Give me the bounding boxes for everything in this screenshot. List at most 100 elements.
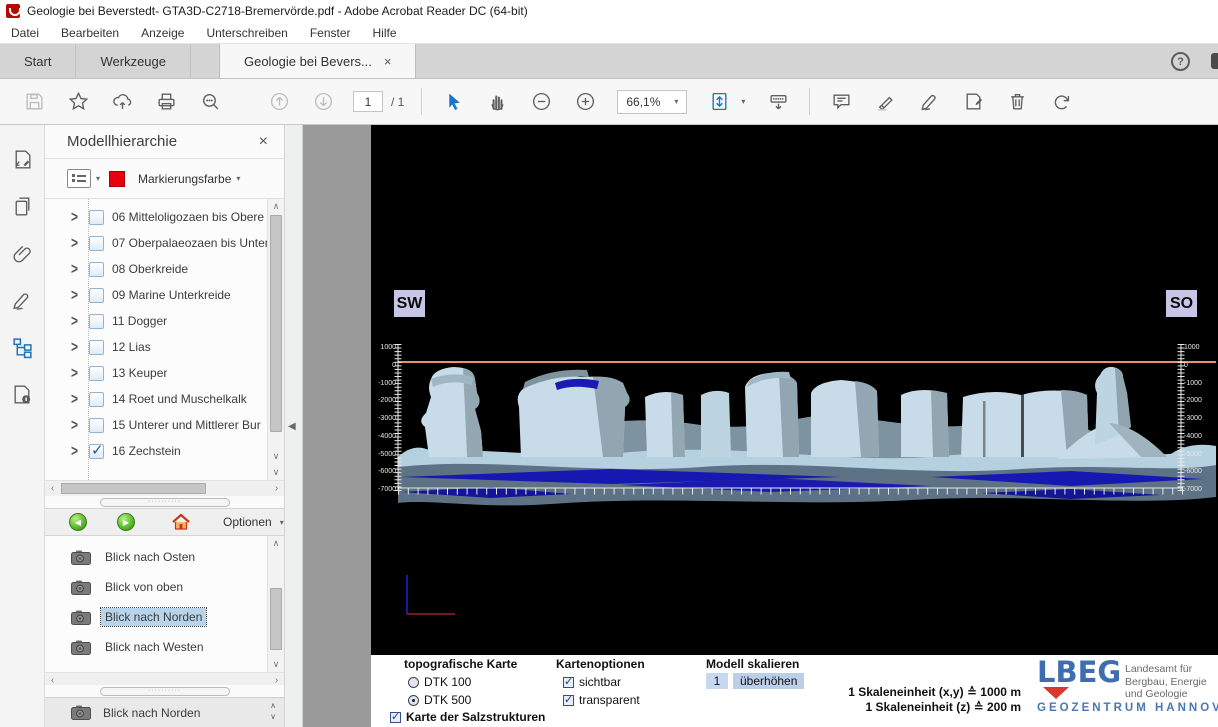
- scroll-left-icon[interactable]: ‹: [45, 481, 60, 496]
- transparent-row[interactable]: transparent: [563, 693, 640, 707]
- reading-mode-icon[interactable]: [767, 91, 789, 113]
- star-icon[interactable]: [67, 91, 89, 113]
- menu-fenster[interactable]: Fenster: [299, 26, 362, 40]
- views-vertical-scrollbar[interactable]: ∧ ∨: [267, 536, 284, 672]
- expand-chevron-icon[interactable]: >: [71, 338, 81, 356]
- transparent-checkbox[interactable]: [563, 695, 574, 706]
- layer-checkbox[interactable]: [89, 340, 104, 355]
- scrollbar-thumb[interactable]: [270, 588, 282, 650]
- scale-factor-input[interactable]: [706, 673, 728, 689]
- panel-close-icon[interactable]: ×: [259, 133, 268, 151]
- expand-chevron-icon[interactable]: >: [71, 416, 81, 434]
- collapse-panel-icon[interactable]: ◀: [288, 421, 296, 432]
- splitter-handle[interactable]: ··········: [100, 687, 230, 696]
- current-view-row[interactable]: Blick nach Norden ∧∨: [45, 697, 284, 727]
- section-scroll-icons[interactable]: ∧∨: [270, 700, 276, 722]
- tab-document[interactable]: Geologie bei Bevers... ×: [219, 44, 417, 78]
- trash-icon[interactable]: [1006, 91, 1028, 113]
- tree-item[interactable]: > 11 Dogger: [45, 308, 284, 334]
- search-icon[interactable]: [199, 91, 221, 113]
- 3d-viewer[interactable]: SW SO 10000-1000-2000-3000-4000-5000-600…: [371, 125, 1218, 655]
- layer-checkbox[interactable]: [89, 288, 104, 303]
- layer-checkbox[interactable]: [89, 444, 104, 459]
- tree-item[interactable]: > 13 Keuper: [45, 360, 284, 386]
- tree-item[interactable]: > 06 Mitteloligozaen bis Obere: [45, 204, 284, 230]
- scroll-up-icon[interactable]: ∧: [268, 536, 284, 551]
- views-options-menu[interactable]: Optionen ▾: [223, 515, 284, 529]
- scroll-up-icon[interactable]: ∧: [268, 199, 284, 214]
- menu-unterschreiben[interactable]: Unterschreiben: [195, 26, 298, 40]
- sign-pen-icon[interactable]: [918, 91, 940, 113]
- signatures-icon[interactable]: [10, 288, 34, 312]
- hierarchy-options-icon[interactable]: [67, 169, 91, 188]
- scroll-right-icon[interactable]: ›: [269, 673, 284, 685]
- attachments-icon[interactable]: [10, 241, 34, 265]
- expand-chevron-icon[interactable]: >: [71, 364, 81, 382]
- splitter-handle[interactable]: ··········: [100, 498, 230, 507]
- layer-checkbox[interactable]: [89, 262, 104, 277]
- print-icon[interactable]: [155, 91, 177, 113]
- expand-chevron-icon[interactable]: >: [71, 234, 81, 252]
- tree-vertical-scrollbar[interactable]: ∧ ∨ ∨: [267, 199, 284, 480]
- tree-item[interactable]: > 08 Oberkreide: [45, 256, 284, 282]
- expand-chevron-icon[interactable]: >: [71, 312, 81, 330]
- tree-item[interactable]: > 14 Roet und Muschelkalk: [45, 386, 284, 412]
- views-horizontal-scrollbar[interactable]: ‹ ›: [45, 672, 284, 685]
- scroll-down-icon[interactable]: ∨: [268, 449, 284, 464]
- dtk100-radio-row[interactable]: DTK 100: [408, 675, 471, 689]
- export-pdf-icon[interactable]: [10, 147, 34, 171]
- default-view-button[interactable]: [171, 513, 191, 531]
- next-page-icon[interactable]: [312, 91, 334, 113]
- expand-chevron-icon[interactable]: >: [71, 286, 81, 304]
- zoom-level-select[interactable]: 66,1% ▾: [617, 90, 687, 114]
- layer-checkbox[interactable]: [89, 418, 104, 433]
- scroll-down-icon[interactable]: ∨: [268, 465, 284, 480]
- layer-checkbox[interactable]: [89, 366, 104, 381]
- fit-page-icon[interactable]: [708, 91, 730, 113]
- tab-werkzeuge[interactable]: Werkzeuge: [76, 44, 191, 78]
- menu-bearbeiten[interactable]: Bearbeiten: [50, 26, 130, 40]
- scroll-right-icon[interactable]: ›: [269, 481, 284, 496]
- tab-close-icon[interactable]: ×: [384, 54, 392, 69]
- marking-color-swatch[interactable]: [109, 171, 125, 187]
- tree-item[interactable]: > 15 Unterer und Mittlerer Bur: [45, 412, 284, 438]
- fit-page-caret-icon[interactable]: ▾: [741, 97, 745, 106]
- fill-sign-icon[interactable]: [962, 91, 984, 113]
- expand-chevron-icon[interactable]: >: [71, 390, 81, 408]
- tree-item[interactable]: > 16 Zechstein: [45, 438, 284, 464]
- share-cloud-icon[interactable]: [111, 91, 133, 113]
- dtk500-radio-row[interactable]: DTK 500: [408, 693, 471, 707]
- exaggerate-button[interactable]: überhöhen: [733, 673, 804, 689]
- salt-structures-checkbox[interactable]: [390, 712, 401, 723]
- scroll-down-icon[interactable]: ∨: [268, 657, 284, 672]
- panel-splitter[interactable]: ··········: [45, 496, 284, 508]
- zoom-in-icon[interactable]: [574, 91, 596, 113]
- layer-checkbox[interactable]: [89, 314, 104, 329]
- expand-chevron-icon[interactable]: >: [71, 260, 81, 278]
- layer-checkbox[interactable]: [89, 236, 104, 251]
- visible-row[interactable]: sichtbar: [563, 675, 621, 689]
- save-icon[interactable]: [23, 91, 45, 113]
- layer-checkbox[interactable]: [89, 392, 104, 407]
- highlight-icon[interactable]: [874, 91, 896, 113]
- layer-checkbox[interactable]: [89, 210, 104, 225]
- tree-horizontal-scrollbar[interactable]: ‹ ›: [45, 480, 284, 496]
- expand-chevron-icon[interactable]: >: [71, 208, 81, 226]
- view-item[interactable]: Blick von oben: [45, 572, 284, 602]
- select-tool-icon[interactable]: [442, 91, 464, 113]
- redo-icon[interactable]: [1050, 91, 1072, 113]
- panel-splitter-2[interactable]: ··········: [45, 685, 284, 697]
- page-thumbnails-icon[interactable]: [10, 194, 34, 218]
- next-view-button[interactable]: ▶: [117, 513, 135, 531]
- expand-chevron-icon[interactable]: >: [71, 442, 81, 460]
- previous-page-icon[interactable]: [268, 91, 290, 113]
- dtk500-radio[interactable]: [408, 695, 419, 706]
- page-info-icon[interactable]: [10, 382, 34, 406]
- model-tree-icon[interactable]: [10, 335, 34, 359]
- view-item[interactable]: Blick nach Osten: [45, 542, 284, 572]
- scrollbar-thumb[interactable]: [61, 483, 206, 494]
- comment-icon[interactable]: [830, 91, 852, 113]
- visible-checkbox[interactable]: [563, 677, 574, 688]
- tree-item[interactable]: > 12 Lias: [45, 334, 284, 360]
- menu-anzeige[interactable]: Anzeige: [130, 26, 195, 40]
